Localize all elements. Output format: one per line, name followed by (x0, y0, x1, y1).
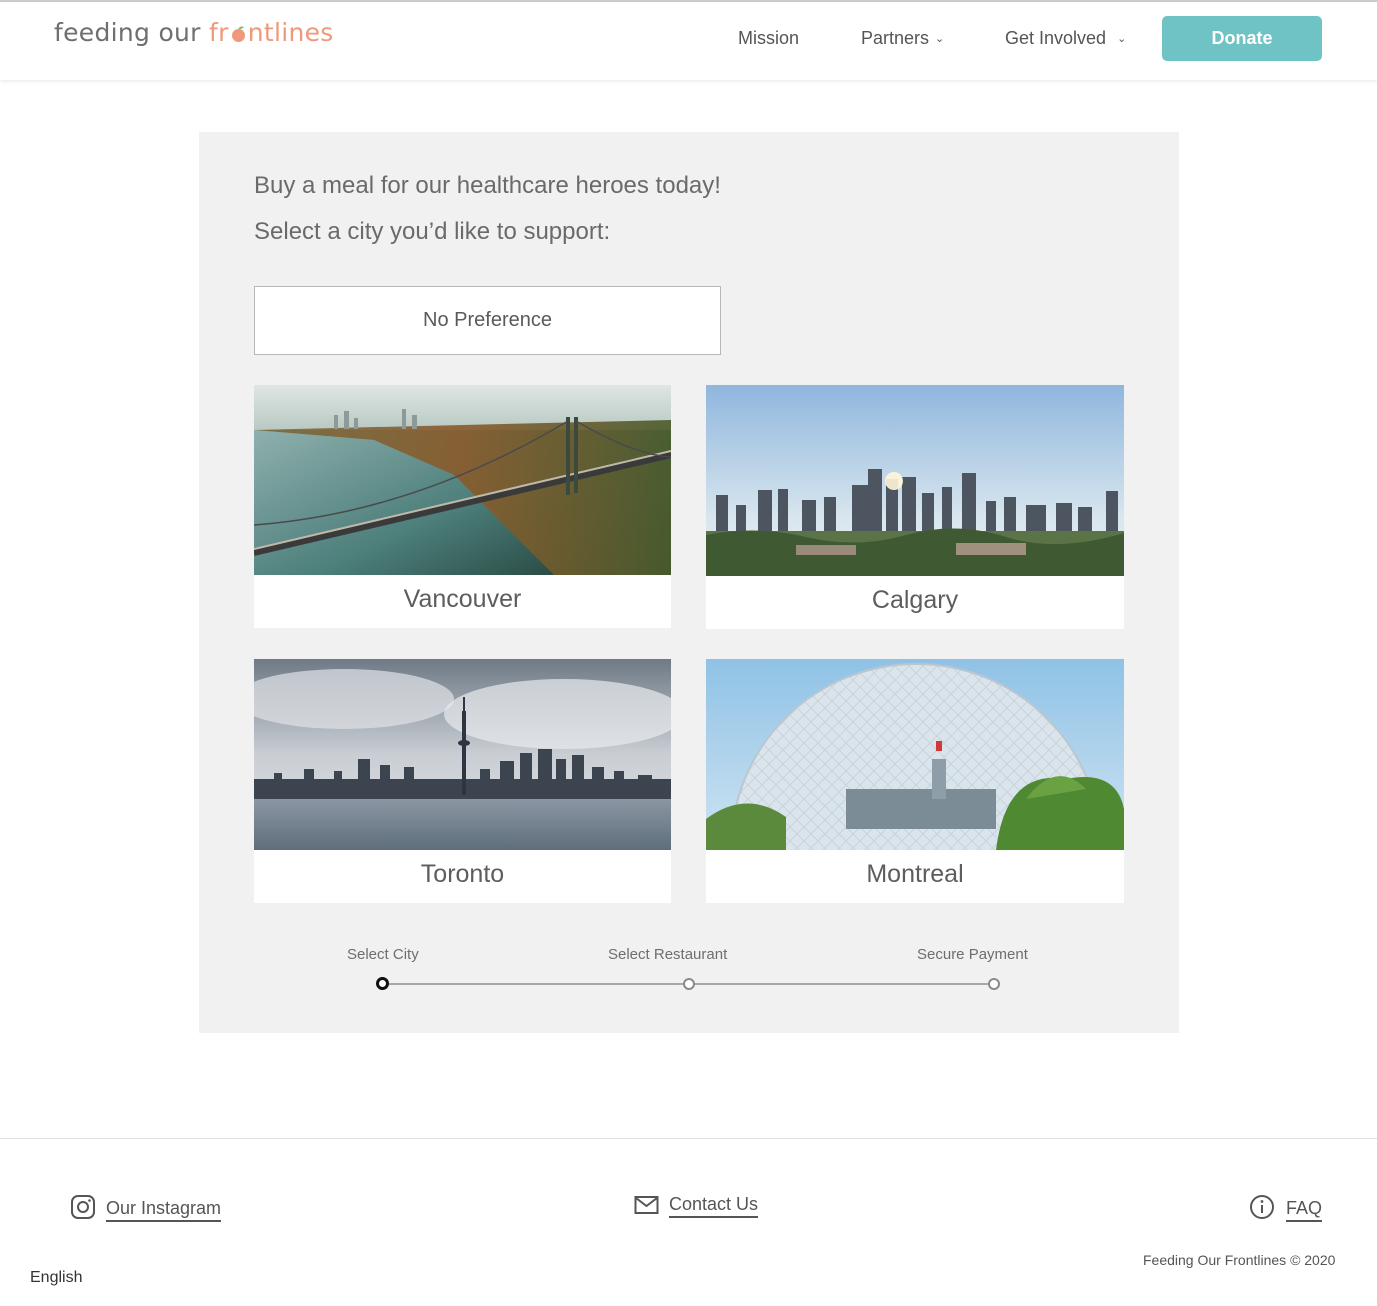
donate-button[interactable]: Donate (1162, 16, 1322, 61)
city-card-vancouver[interactable]: Vancouver (254, 385, 671, 628)
nav-partners[interactable]: Partners ⌄ (861, 28, 944, 49)
step-label-select-restaurant: Select Restaurant (608, 946, 728, 963)
chevron-down-icon: ⌄ (1117, 33, 1127, 45)
step-label-select-city: Select City (347, 946, 419, 963)
calgary-photo (706, 385, 1124, 576)
faq-link-label: FAQ (1286, 1198, 1323, 1222)
montreal-photo (706, 659, 1124, 850)
step-connector-line (387, 983, 992, 985)
peach-icon (231, 26, 245, 42)
nav-mission-label: Mission (738, 28, 800, 48)
no-preference-button[interactable]: No Preference (254, 286, 721, 355)
toronto-photo (254, 659, 671, 850)
page-subheadline: Select a city you’d like to support: (254, 218, 611, 245)
step-dot-secure-payment[interactable] (988, 978, 1000, 990)
site-logo[interactable]: feeding our fr ntlines (54, 18, 334, 47)
site-header: feeding our fr ntlines Mission Partners ⌄ … (0, 2, 1377, 80)
contact-link-label: Contact Us (669, 1194, 759, 1218)
site-footer: Our Instagram Contact Us FAQ Feeding Our… (0, 1138, 1377, 1306)
city-card-calgary[interactable]: Calgary (706, 385, 1124, 629)
info-icon (1250, 1195, 1274, 1219)
page-headline: Buy a meal for our healthcare heroes tod… (254, 172, 721, 199)
nav-get-involved-label: Get Involved (1005, 28, 1107, 48)
language-selector[interactable]: English (30, 1269, 82, 1287)
nav-mission[interactable]: Mission (738, 28, 799, 49)
step-label-secure-payment: Secure Payment (917, 946, 1028, 963)
no-preference-label: No Preference (423, 309, 552, 331)
city-card-montreal[interactable]: Montreal (706, 659, 1124, 903)
donate-button-label: Donate (1211, 28, 1273, 48)
faq-link[interactable]: FAQ (1249, 1194, 1323, 1222)
city-name-calgary: Calgary (871, 586, 959, 614)
chevron-down-icon: ⌄ (935, 33, 945, 45)
copyright-text: Feeding Our Frontlines © 2020 (1143, 1252, 1336, 1268)
nav-get-involved[interactable]: Get Involved ⌄ (1005, 28, 1126, 49)
city-name-montreal: Montreal (866, 860, 964, 888)
instagram-icon (71, 1195, 95, 1219)
instagram-link-label: Our Instagram (106, 1198, 222, 1222)
city-name-toronto: Toronto (420, 860, 505, 888)
logo-text-part2a: fr (209, 18, 229, 47)
nav-partners-label: Partners (861, 28, 930, 48)
step-dot-select-restaurant[interactable] (683, 978, 695, 990)
city-selection-panel: Buy a meal for our healthcare heroes tod… (199, 132, 1179, 1033)
contact-link[interactable]: Contact Us (634, 1194, 759, 1218)
mail-icon (634, 1196, 659, 1214)
instagram-link[interactable]: Our Instagram (70, 1194, 222, 1222)
logo-text-part1: feeding our (54, 18, 210, 47)
vancouver-photo (254, 385, 671, 575)
step-dot-select-city-active[interactable] (376, 977, 389, 990)
logo-text-part2b: ntlines (247, 18, 334, 47)
city-card-toronto[interactable]: Toronto (254, 659, 671, 903)
city-name-vancouver: Vancouver (403, 585, 522, 613)
